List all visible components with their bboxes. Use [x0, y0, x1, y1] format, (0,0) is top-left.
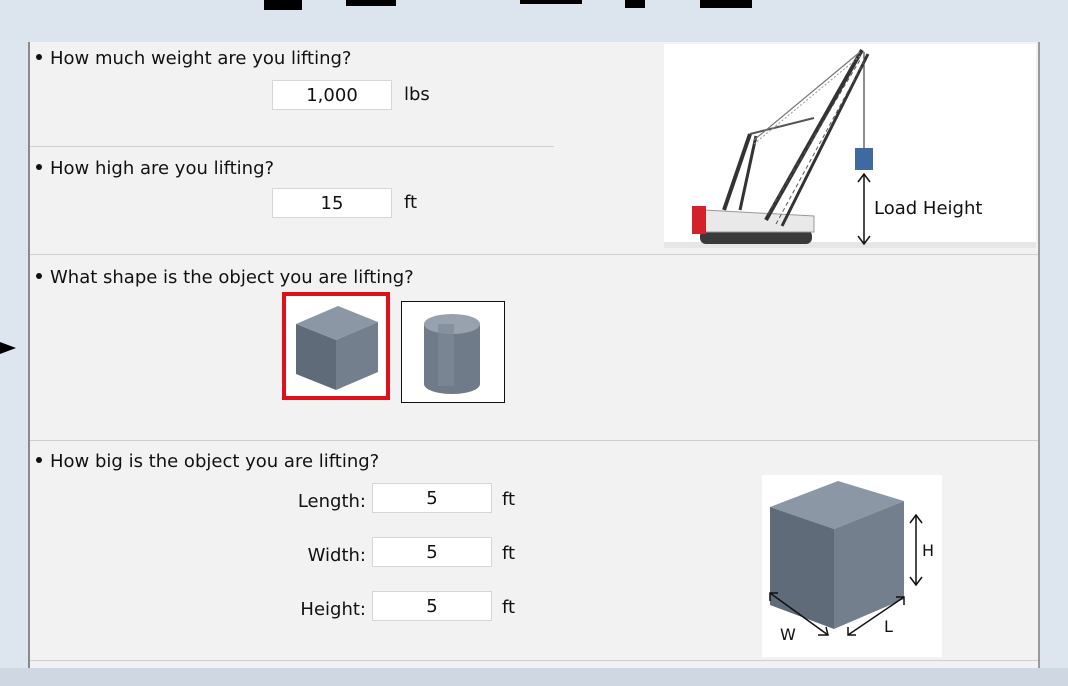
lift-height-input[interactable]: [272, 188, 392, 218]
width-label: Width:: [307, 545, 366, 566]
w-dimension-label: W: [780, 625, 796, 644]
crane-illustration: Load Height: [664, 44, 1036, 248]
cube-icon: [296, 306, 378, 390]
length-label: Length:: [297, 491, 366, 512]
arrow-pointer-icon: [0, 342, 16, 354]
size-question: How big is the object you are lifting?: [36, 451, 379, 472]
bullet-icon: [36, 54, 42, 60]
cylinder-shape-option[interactable]: [401, 301, 505, 403]
length-unit: ft: [502, 489, 516, 510]
object-height-input[interactable]: [372, 591, 492, 621]
cube-shape-option[interactable]: [282, 292, 390, 400]
object-height-unit: ft: [502, 597, 516, 618]
length-input[interactable]: [372, 483, 492, 513]
shape-question: What shape is the object you are lifting…: [36, 267, 414, 288]
shape-section: What shape is the object you are lifting…: [30, 254, 1038, 440]
height-label: Height:: [300, 599, 366, 620]
page-title-strip: [0, 0, 1068, 42]
bottom-bar: [0, 668, 1068, 686]
h-dimension-label: H: [922, 541, 935, 560]
height-question: How high are you lifting?: [36, 158, 274, 179]
cylinder-icon: [424, 314, 480, 394]
clipped-page-title: [0, 0, 1068, 10]
bullet-icon: [36, 273, 42, 279]
width-unit: ft: [502, 543, 516, 564]
size-question-label: How big is the object you are lifting?: [50, 451, 380, 472]
width-input[interactable]: [372, 537, 492, 567]
height-question-label: How high are you lifting?: [50, 158, 275, 179]
weight-unit: lbs: [404, 84, 430, 105]
dimension-diagram: H W L: [762, 475, 942, 657]
l-dimension-label: L: [884, 617, 893, 636]
weight-question-label: How much weight are you lifting?: [50, 48, 352, 69]
bullet-icon: [36, 457, 42, 463]
crane-calculator-panel: How much weight are you lifting? lbs How…: [28, 42, 1040, 682]
weight-input[interactable]: [272, 80, 392, 110]
lift-height-unit: ft: [404, 192, 418, 213]
shape-question-label: What shape is the object you are lifting…: [50, 267, 414, 288]
divider: [30, 146, 554, 147]
weight-height-section: How much weight are you lifting? lbs How…: [30, 42, 1038, 254]
weight-question: How much weight are you lifting?: [36, 48, 351, 69]
load-height-caption: Load Height: [874, 198, 983, 219]
bullet-icon: [36, 164, 42, 170]
size-section: How big is the object you are lifting? L…: [30, 440, 1038, 660]
